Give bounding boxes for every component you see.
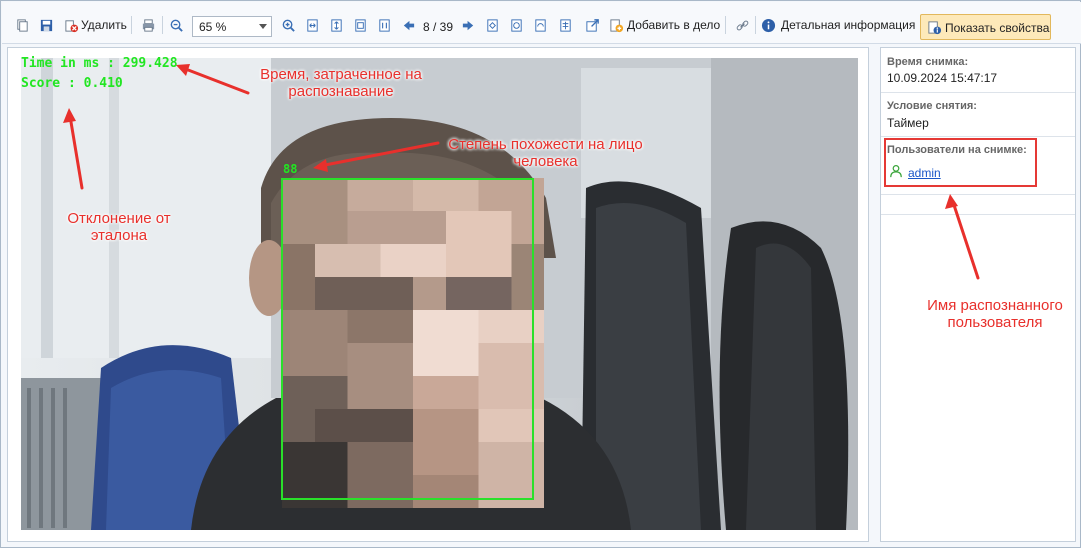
capture-condition-label: Условие снятия: xyxy=(887,100,977,112)
capture-condition-value: Таймер xyxy=(887,116,929,130)
users-label: Пользователи на снимке: xyxy=(887,144,1027,156)
open-external-icon[interactable] xyxy=(582,15,602,35)
link-icon[interactable] xyxy=(732,15,752,35)
zoom-select[interactable]: 65 % xyxy=(192,16,272,37)
toolbar-divider xyxy=(725,16,726,34)
prev-icon[interactable] xyxy=(398,15,418,35)
show-properties-label: Показать свойства xyxy=(945,21,1050,35)
snapshot-time-value: 10.09.2024 15:47:17 xyxy=(887,71,998,85)
add-to-case-button[interactable]: Добавить в дело xyxy=(609,15,720,35)
delete-label: Удалить xyxy=(81,18,127,32)
window-frame: Удалить 65 % 8 / 39 Добавить в дело Дета… xyxy=(0,0,1081,548)
panel-divider xyxy=(881,214,1075,215)
flip-icon[interactable] xyxy=(506,15,526,35)
zoom-value: 65 % xyxy=(199,19,227,34)
fit-page-icon[interactable] xyxy=(350,15,370,35)
image-viewer: 88 Time in ms : 299.428 Score : 0.410 Вр… xyxy=(7,47,869,542)
page-indicator: 8 / 39 xyxy=(423,20,454,34)
properties-icon xyxy=(928,21,942,35)
details-label: Детальная информация xyxy=(781,18,916,32)
panel-divider xyxy=(881,92,1075,93)
fit-height-icon[interactable] xyxy=(326,15,346,35)
crop-icon[interactable] xyxy=(530,15,550,35)
export-icon[interactable] xyxy=(555,15,575,35)
zoom-in-icon[interactable] xyxy=(278,15,298,35)
folder-add-icon xyxy=(610,18,624,32)
delete-button[interactable]: Удалить xyxy=(64,15,127,35)
properties-panel: Время снимка: 10.09.2024 15:47:17 Услови… xyxy=(880,47,1076,542)
copy-icon[interactable] xyxy=(12,15,32,35)
fit-width-icon[interactable] xyxy=(302,15,322,35)
info-icon xyxy=(761,18,776,32)
user-link-admin[interactable]: admin xyxy=(908,166,941,180)
toolbar-divider xyxy=(755,16,756,34)
annotation-user: Имя распознанного пользователя xyxy=(927,297,1063,331)
chevron-down-icon xyxy=(259,24,267,29)
annotation-similarity: Степень похожести на лицо человека xyxy=(448,136,643,170)
toolbar: Удалить 65 % 8 / 39 Добавить в дело Дета… xyxy=(2,2,1081,44)
save-icon[interactable] xyxy=(36,15,56,35)
toolbar-divider xyxy=(162,16,163,34)
details-button[interactable]: Детальная информация xyxy=(761,15,915,35)
face-bounding-box xyxy=(281,178,534,500)
print-icon[interactable] xyxy=(138,15,158,35)
panel-divider xyxy=(881,136,1075,137)
user-icon xyxy=(890,164,902,178)
annotation-deviation: Отклонение от эталона xyxy=(67,210,171,244)
zoom-out-icon[interactable] xyxy=(166,15,186,35)
annotation-time: Время, затраченное на распознавание xyxy=(260,66,422,100)
delete-icon xyxy=(65,19,79,32)
toolbar-divider xyxy=(131,16,132,34)
actual-size-icon[interactable] xyxy=(374,15,394,35)
snapshot-image: 88 xyxy=(21,58,858,530)
similarity-value: 88 xyxy=(283,162,298,176)
score-overlay: Score : 0.410 xyxy=(21,76,123,91)
rotate-icon[interactable] xyxy=(482,15,502,35)
show-properties-button[interactable]: Показать свойства xyxy=(920,14,1051,40)
time-overlay: Time in ms : 299.428 xyxy=(21,56,178,71)
panel-divider xyxy=(881,194,1075,195)
add-to-case-label: Добавить в дело xyxy=(627,18,721,32)
next-icon[interactable] xyxy=(458,15,478,35)
snapshot-time-label: Время снимка: xyxy=(887,56,969,68)
